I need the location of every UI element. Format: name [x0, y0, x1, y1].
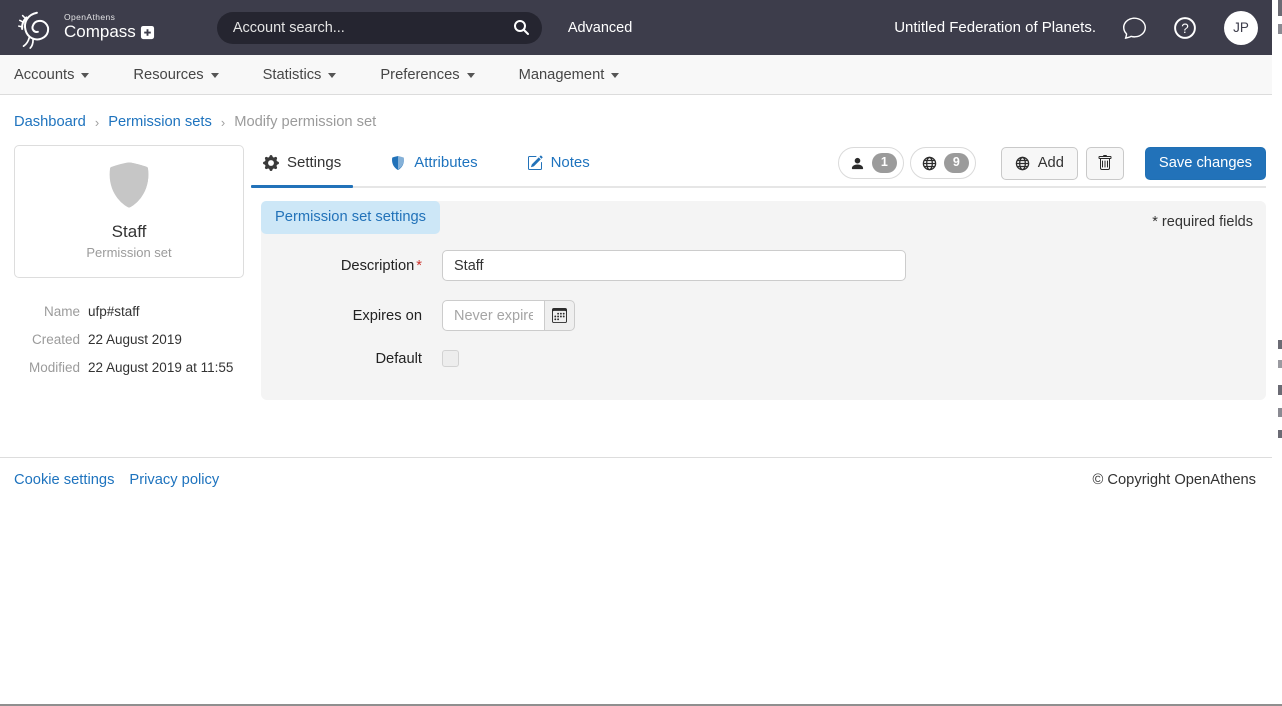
- description-label: Description: [341, 258, 414, 274]
- entity-summary: Staff Permission set Name ufp#staff Crea…: [14, 145, 244, 389]
- info-row-name: Name ufp#staff: [14, 304, 244, 320]
- breadcrumb: Dashboard › Permission sets › Modify per…: [0, 95, 1272, 130]
- expires-on-field[interactable]: [442, 300, 545, 331]
- openathens-compass-logo[interactable]: OpenAthens Compass: [14, 6, 155, 50]
- default-checkbox[interactable]: [442, 350, 459, 367]
- delete-button[interactable]: [1086, 147, 1124, 180]
- organisation-name: Untitled Federation of Planets.: [894, 19, 1096, 36]
- settings-form: Description* Expires on: [261, 250, 1266, 367]
- chevron-down-icon: [328, 73, 336, 78]
- main-content: Staff Permission set Name ufp#staff Crea…: [0, 130, 1272, 400]
- nav-item-accounts[interactable]: Accounts: [14, 67, 89, 83]
- user-avatar[interactable]: JP: [1224, 11, 1258, 45]
- calendar-icon[interactable]: [545, 300, 575, 331]
- add-button[interactable]: Add: [1001, 147, 1078, 180]
- privacy-policy-link[interactable]: Privacy policy: [129, 472, 219, 488]
- panel-title-chip: Permission set settings: [261, 201, 440, 234]
- globe-icon: [1015, 156, 1030, 171]
- copyright-text: © Copyright OpenAthens: [1093, 472, 1259, 488]
- shield-icon: [103, 159, 155, 211]
- openathens-emblem-icon: [14, 6, 56, 50]
- advanced-search-link[interactable]: Advanced: [568, 20, 633, 36]
- breadcrumb-permission-sets[interactable]: Permission sets: [108, 114, 212, 130]
- expires-on-row: Expires on: [261, 300, 1266, 331]
- action-bar: 1 9: [838, 147, 1266, 180]
- globe-icon: [922, 156, 937, 171]
- search-input[interactable]: [233, 20, 507, 36]
- footer: Cookie settings Privacy policy © Copyrig…: [0, 457, 1272, 488]
- required-asterisk: *: [416, 258, 422, 274]
- permission-set-settings-panel: Permission set settings * required field…: [261, 201, 1266, 400]
- entity-subtitle: Permission set: [25, 245, 233, 260]
- trash-icon: [1097, 155, 1113, 171]
- person-icon: [850, 156, 865, 171]
- breadcrumb-separator: ›: [95, 115, 99, 130]
- shield-icon: [390, 155, 406, 171]
- chevron-down-icon: [611, 73, 619, 78]
- chevron-down-icon: [81, 73, 89, 78]
- breadcrumb-dashboard[interactable]: Dashboard: [14, 114, 86, 130]
- expires-on-label: Expires on: [261, 308, 442, 324]
- required-fields-note: * required fields: [1139, 201, 1266, 230]
- logo-brand-label: OpenAthens: [64, 13, 155, 22]
- screen-edge-artifact: [1278, 0, 1282, 704]
- tab-attributes[interactable]: Attributes: [388, 145, 479, 186]
- permission-set-card: Staff Permission set: [14, 145, 244, 278]
- description-row: Description*: [261, 250, 1266, 281]
- default-row: Default: [261, 350, 1266, 367]
- account-search: [217, 12, 542, 44]
- entity-info: Name ufp#staff Created 22 August 2019 Mo…: [14, 304, 244, 377]
- help-icon[interactable]: ?: [1173, 16, 1197, 40]
- tabbar: Settings Attributes: [261, 145, 1266, 188]
- chat-icon[interactable]: [1123, 16, 1146, 39]
- nav-item-resources[interactable]: Resources: [133, 67, 218, 83]
- search-icon[interactable]: [507, 15, 536, 40]
- pencil-square-icon: [527, 155, 543, 171]
- chevron-down-icon: [211, 73, 219, 78]
- info-row-created: Created 22 August 2019: [14, 332, 244, 348]
- nav-item-management[interactable]: Management: [519, 67, 620, 83]
- resources-count-badge[interactable]: 9: [910, 147, 976, 179]
- nav-item-statistics[interactable]: Statistics: [263, 67, 337, 83]
- description-field[interactable]: [442, 250, 906, 281]
- default-label: Default: [261, 351, 442, 367]
- accounts-count-badge[interactable]: 1: [838, 147, 904, 179]
- main-nav: Accounts Resources Statistics Preference…: [0, 55, 1272, 95]
- gear-icon: [263, 155, 279, 171]
- tab-settings[interactable]: Settings: [261, 145, 343, 186]
- logo-product-label: Compass: [64, 23, 136, 42]
- breadcrumb-current: Modify permission set: [234, 114, 376, 130]
- page: OpenAthens Compass Advanced: [0, 0, 1272, 488]
- app-header: OpenAthens Compass Advanced: [0, 0, 1272, 55]
- nav-item-preferences[interactable]: Preferences: [380, 67, 474, 83]
- breadcrumb-separator: ›: [221, 115, 225, 130]
- plus-square-icon: [140, 25, 155, 40]
- svg-text:?: ?: [1181, 20, 1189, 35]
- info-row-modified: Modified 22 August 2019 at 11:55: [14, 360, 244, 376]
- cookie-settings-link[interactable]: Cookie settings: [14, 472, 114, 488]
- chevron-down-icon: [467, 73, 475, 78]
- entity-title: Staff: [25, 222, 233, 242]
- save-changes-button[interactable]: Save changes: [1145, 147, 1266, 180]
- tab-notes[interactable]: Notes: [525, 145, 592, 186]
